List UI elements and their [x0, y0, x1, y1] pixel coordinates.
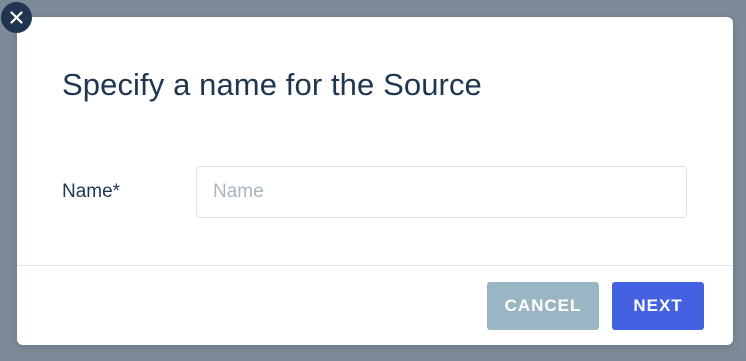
name-input[interactable] [196, 166, 687, 218]
name-field-label: Name* [62, 181, 121, 202]
source-name-dialog: Specify a name for the Source Name* CANC… [17, 17, 733, 345]
next-button[interactable]: NEXT [612, 282, 704, 330]
dialog-title: Specify a name for the Source [62, 67, 482, 102]
footer-divider [17, 265, 733, 266]
cancel-button[interactable]: CANCEL [487, 282, 599, 330]
close-icon [10, 11, 23, 24]
close-button[interactable] [1, 2, 32, 33]
